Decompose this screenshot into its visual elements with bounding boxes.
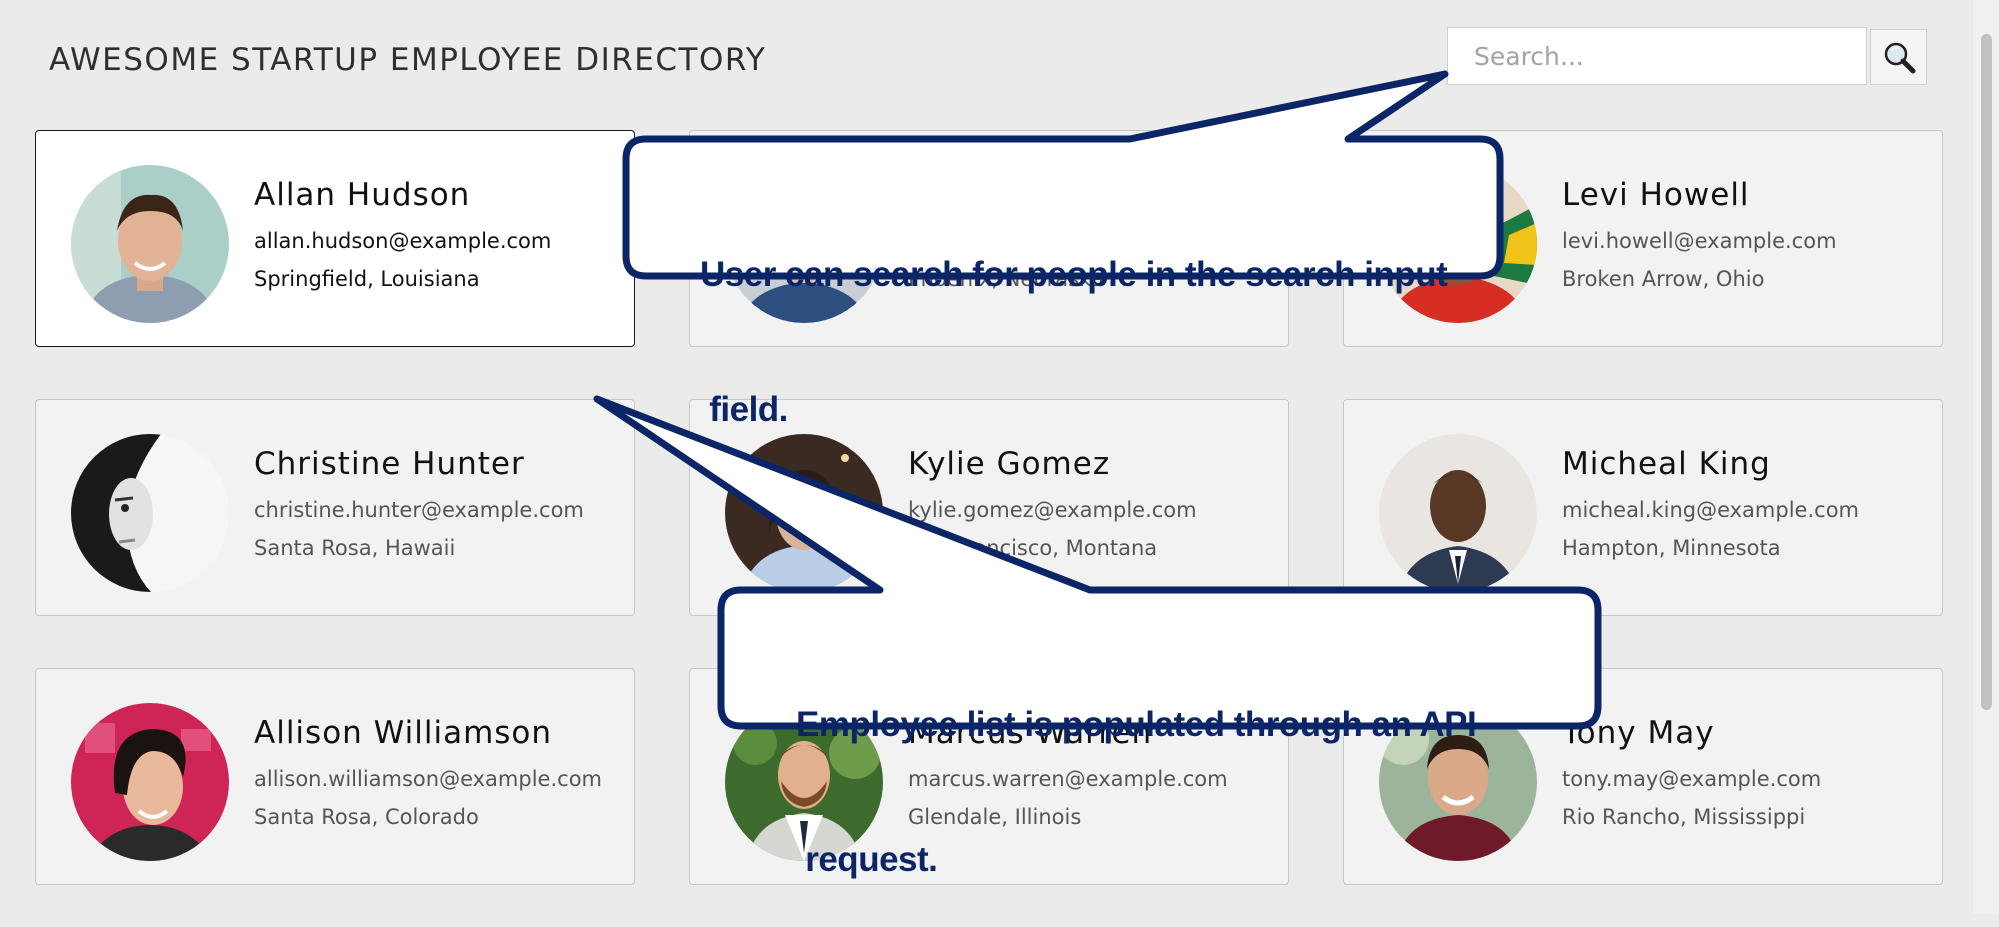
list-callout-line: Employee list is populated through an AP… bbox=[796, 705, 1477, 744]
search-callout-text: User can search for people in the search… bbox=[700, 162, 1448, 477]
scrollbar-thumb[interactable] bbox=[1981, 34, 1992, 710]
scrollbar[interactable] bbox=[1973, 0, 1999, 914]
list-callout-text: Employee list is populated through an AP… bbox=[796, 612, 1477, 927]
search-callout-line: User can search for people in the search… bbox=[700, 255, 1448, 294]
list-callout-line: request. bbox=[796, 840, 938, 879]
search-callout-line: field. bbox=[700, 390, 788, 429]
